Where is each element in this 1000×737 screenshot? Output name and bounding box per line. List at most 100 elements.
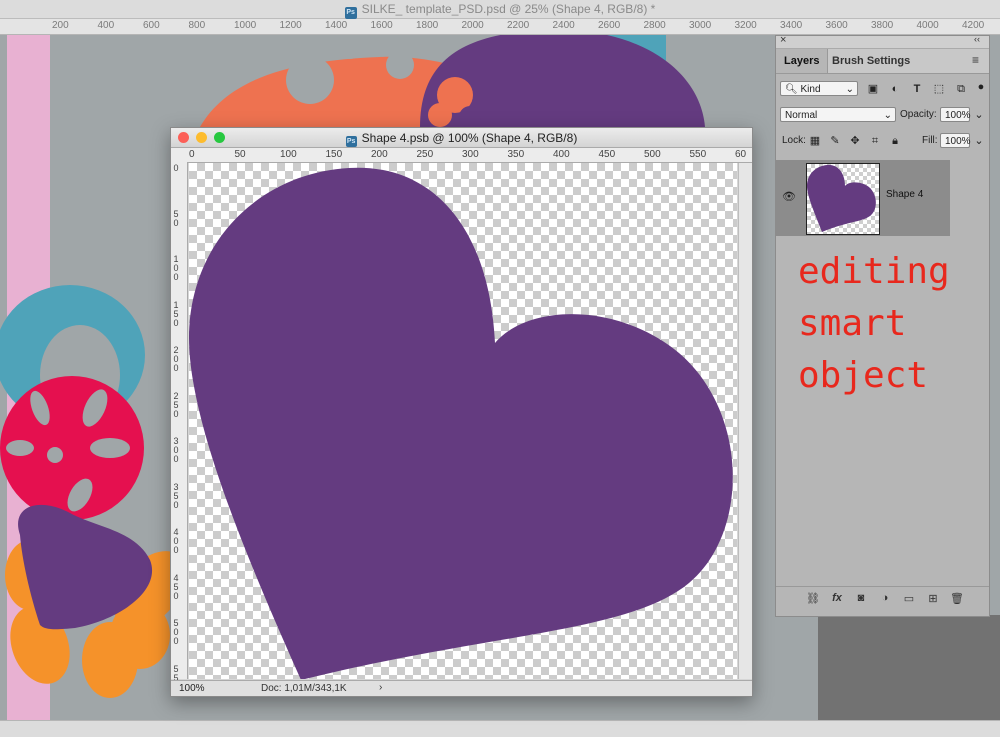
document-title-bar[interactable]: Ps Shape 4.psb @ 100% (Shape 4, RGB/8) <box>171 128 752 148</box>
eye-icon[interactable]: 👁︎ <box>782 190 796 204</box>
annotation-line: editing <box>798 251 950 292</box>
lock-position-icon[interactable]: ✥ <box>848 134 862 148</box>
ruler-label: 2600 <box>598 20 621 31</box>
lock-image-pixels-icon[interactable]: ✎ <box>828 134 842 148</box>
ruler-label: 400 <box>97 20 115 31</box>
add-mask-icon[interactable]: ◙ <box>854 592 868 606</box>
filter-type-icon[interactable]: T <box>910 82 924 96</box>
opacity-dropdown-icon[interactable]: ⌄ <box>972 108 986 122</box>
filter-smart-object-icon[interactable]: ⧉ <box>954 82 968 96</box>
lock-all-icon[interactable]: 🔒︎ <box>888 134 902 148</box>
annotation-line: object <box>798 355 929 396</box>
blend-mode-select[interactable]: Normal ⌄ <box>780 107 896 122</box>
tab-brush-settings[interactable]: Brush Settings <box>824 49 918 73</box>
ruler-label: 550 <box>689 149 707 160</box>
fill-field[interactable]: 100% <box>940 133 971 148</box>
document-status-bar: 100% Doc: 1,01M/343,1K › <box>171 680 752 696</box>
ruler-label: 1800 <box>416 20 439 31</box>
status-info-arrow[interactable]: › <box>379 682 382 693</box>
smart-object-document-window[interactable]: Ps Shape 4.psb @ 100% (Shape 4, RGB/8) 0 5… <box>170 127 753 697</box>
ruler-label: 350 <box>507 149 525 160</box>
document-info: Doc: 1,01M/343,1K <box>261 683 347 694</box>
ruler-label: 200 <box>52 20 69 31</box>
main-title-bar: Ps SILKE_ template_PSD.psd @ 25% (Shape 4… <box>0 0 1000 19</box>
ruler-label: 3800 <box>871 20 894 31</box>
collapse-panel-icon[interactable]: ‹‹ <box>974 34 980 44</box>
layer-name[interactable]: Shape 4 <box>886 189 923 200</box>
ruler-label: 600 <box>143 20 160 31</box>
opacity-field[interactable]: 100% <box>940 107 971 122</box>
ruler-label: 2000 <box>461 20 484 31</box>
ruler-label: 400 <box>173 527 179 555</box>
main-title-text: SILKE_ template_PSD.psd @ 25% (Shape 4, … <box>361 2 656 16</box>
panel-tabs: Layers Brush Settings ≡ <box>776 49 989 74</box>
annotation-text: editing smart object <box>798 246 988 402</box>
link-layers-icon[interactable]: ⛓︎ <box>806 592 820 606</box>
document-vertical-ruler: 050100150200250300350400450500550 <box>171 162 188 691</box>
lock-artboard-icon[interactable]: ⌗ <box>868 134 882 148</box>
ruler-label: 3000 <box>689 20 712 31</box>
main-document-title: Ps SILKE_ template_PSD.psd @ 25% (Shape 4… <box>0 2 1000 19</box>
layers-panel-footer: ⛓︎ fx ◙ ◑ ▭ ⊞ 🗑︎ <box>776 586 989 613</box>
ruler-label: 4000 <box>916 20 939 31</box>
document-canvas[interactable] <box>189 163 737 679</box>
ruler-label: 800 <box>188 20 206 31</box>
ruler-label: 3400 <box>780 20 803 31</box>
new-layer-icon[interactable]: ⊞ <box>926 592 940 606</box>
filter-adjustment-icon[interactable]: ◐ <box>888 82 902 96</box>
ruler-label: 300 <box>462 149 479 160</box>
lock-label: Lock: <box>782 135 806 146</box>
ruler-label: 400 <box>553 149 570 160</box>
ruler-label: 1600 <box>370 20 393 31</box>
photoshop-file-icon: Ps <box>345 136 357 147</box>
blend-mode-value: Normal <box>785 110 818 121</box>
ruler-label: 250 <box>173 390 179 419</box>
opacity-label: Opacity: <box>900 109 937 120</box>
ruler-label: 450 <box>598 149 616 160</box>
ruler-label: 3600 <box>825 20 848 31</box>
fill-label: Fill: <box>922 135 938 146</box>
layer-thumbnail[interactable] <box>806 163 880 235</box>
fx-icon[interactable]: fx <box>830 592 844 606</box>
panel-menu-icon[interactable]: ≡ <box>972 53 979 67</box>
ruler-label: 150 <box>173 299 179 328</box>
document-vertical-scrollbar[interactable] <box>738 163 752 679</box>
ruler-label: 1200 <box>279 20 302 31</box>
lock-transparent-pixels-icon[interactable]: ▦ <box>808 134 822 148</box>
close-panel-icon[interactable]: × <box>780 34 786 46</box>
ruler-label: 1400 <box>325 20 348 31</box>
main-status-bar <box>0 720 1000 737</box>
ruler-label: 3200 <box>734 20 757 31</box>
ruler-label: 350 <box>173 481 179 510</box>
ruler-label: 150 <box>325 149 343 160</box>
ruler-label: 300 <box>173 436 179 464</box>
main-horizontal-ruler: 200 400 600 800 1000 1200 1400 1600 1800 2000 2200… <box>0 19 1000 35</box>
purple-heart-shape <box>189 167 733 679</box>
ruler-label: 0 <box>189 149 195 160</box>
zoom-level-field[interactable]: 100% <box>179 683 217 694</box>
tab-layers[interactable]: Layers <box>776 49 829 73</box>
ruler-label: 50 <box>173 208 179 228</box>
adjustment-layer-icon[interactable]: ◑ <box>878 592 892 606</box>
ruler-label: 2400 <box>552 20 575 31</box>
document-title: Ps Shape 4.psb @ 100% (Shape 4, RGB/8) <box>171 131 752 147</box>
ruler-label: 200 <box>173 345 179 373</box>
filter-shape-icon[interactable]: ⬚ <box>932 82 946 96</box>
search-icon: 🔍︎ <box>785 84 798 95</box>
filter-toggle-icon[interactable]: ● <box>974 80 988 94</box>
filter-kind-select[interactable]: 🔍︎ Kind ⌄ <box>780 81 858 96</box>
ruler-label: 2200 <box>507 20 530 31</box>
ruler-label: 2800 <box>643 20 666 31</box>
ruler-label: 450 <box>173 572 179 601</box>
ruler-label: 0 <box>173 163 179 173</box>
ruler-label: 50 <box>234 149 246 160</box>
thumbnail-heart <box>807 164 876 232</box>
ruler-label: 4200 <box>962 20 985 31</box>
layer-row-shape-4[interactable]: 👁︎ Shape 4 <box>776 160 950 236</box>
group-folder-icon[interactable]: ▭ <box>902 592 916 606</box>
ruler-label: 200 <box>371 149 388 160</box>
filter-pixel-icon[interactable]: ▣ <box>866 82 880 96</box>
document-horizontal-ruler: 0 50 100 150 200 250 300 350 400 450 500 550 60 <box>171 148 752 163</box>
trash-icon[interactable]: 🗑︎ <box>950 592 964 606</box>
fill-dropdown-icon[interactable]: ⌄ <box>972 134 986 148</box>
